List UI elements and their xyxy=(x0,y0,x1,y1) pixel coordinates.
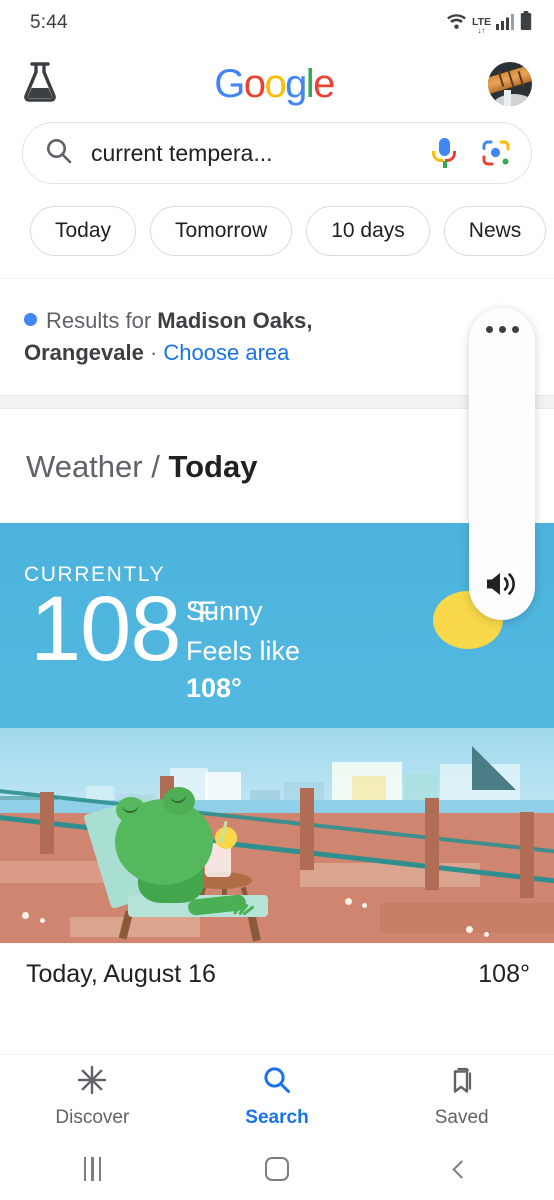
chip-today[interactable]: Today xyxy=(30,206,136,256)
flask-icon[interactable] xyxy=(20,60,60,109)
today-date-label: Today, August 16 xyxy=(26,960,216,989)
microphone-icon[interactable] xyxy=(431,138,457,168)
home-icon[interactable] xyxy=(217,1157,337,1181)
results-for-separator: · xyxy=(144,340,164,365)
more-options-icon[interactable] xyxy=(486,326,519,333)
status-icons: LTE ↓↑ xyxy=(446,11,532,35)
battery-icon xyxy=(520,11,532,35)
android-system-nav[interactable] xyxy=(0,1138,554,1200)
bookmark-collections-icon xyxy=(447,1065,477,1100)
weather-temperature: 108 xyxy=(30,583,181,675)
logo-letter-g1: G xyxy=(214,62,244,106)
back-icon[interactable] xyxy=(402,1163,522,1176)
avatar-detail-body xyxy=(492,94,532,106)
breadcrumb-weather[interactable]: Weather xyxy=(26,449,143,484)
filter-chip-row[interactable]: Today Tomorrow 10 days News xyxy=(0,184,554,278)
app-header: Google xyxy=(0,46,554,122)
wifi-icon xyxy=(446,11,467,35)
results-for-line: Results for Madison Oaks, Orangevale · C… xyxy=(24,305,404,369)
search-input[interactable]: current tempera... xyxy=(91,140,431,167)
logo-letter-o1: o xyxy=(244,62,265,106)
cell-signal-icon xyxy=(496,13,515,35)
logo-letter-g2: g xyxy=(285,62,306,106)
nav-label-discover: Discover xyxy=(55,1107,129,1129)
choose-area-link[interactable]: Choose area xyxy=(163,340,289,365)
chip-10-days[interactable]: 10 days xyxy=(306,206,430,256)
nav-label-saved: Saved xyxy=(435,1107,489,1129)
search-icon xyxy=(262,1065,292,1100)
bottom-navigation-bar[interactable]: Discover Search Saved xyxy=(0,1054,554,1138)
search-bar[interactable]: current tempera... xyxy=(22,122,532,184)
breadcrumb-today: Today xyxy=(168,449,257,484)
breadcrumb-separator: / xyxy=(143,449,169,484)
nav-item-discover[interactable]: Discover xyxy=(17,1065,167,1129)
weather-feels-like-value: 108° xyxy=(186,673,242,704)
weather-feels-like-label: Feels like xyxy=(186,632,300,671)
google-lens-icon[interactable] xyxy=(481,138,511,168)
nav-item-search[interactable]: Search xyxy=(202,1065,352,1129)
weather-illustration xyxy=(0,728,554,943)
search-bar-container: current tempera... xyxy=(0,122,554,184)
logo-letter-e: e xyxy=(313,62,334,106)
recents-icon[interactable] xyxy=(32,1157,152,1181)
lte-icon: LTE ↓↑ xyxy=(472,17,491,36)
status-bar: 5:44 LTE ↓↑ xyxy=(0,0,554,46)
avatar-detail-string xyxy=(504,90,511,106)
google-logo: Google xyxy=(214,62,333,107)
search-icon xyxy=(45,137,73,170)
avatar[interactable] xyxy=(488,62,532,106)
status-time: 5:44 xyxy=(30,12,68,34)
today-forecast-row[interactable]: Today, August 16 108° xyxy=(0,943,554,1005)
chip-tomorrow[interactable]: Tomorrow xyxy=(150,206,292,256)
chip-news[interactable]: News xyxy=(444,206,547,256)
speaker-volume-icon[interactable] xyxy=(484,569,520,604)
weather-unit: °F xyxy=(186,591,216,635)
logo-letter-l: l xyxy=(306,62,313,106)
location-dot-icon xyxy=(24,313,37,326)
floating-overlay-panel[interactable] xyxy=(469,308,535,620)
nav-item-saved[interactable]: Saved xyxy=(387,1065,537,1129)
nav-label-search: Search xyxy=(245,1107,308,1129)
today-high-temp: 108° xyxy=(478,960,530,989)
results-for-prefix: Results for xyxy=(46,308,157,333)
logo-letter-o2: o xyxy=(264,62,285,106)
discover-asterisk-icon xyxy=(77,1065,107,1100)
